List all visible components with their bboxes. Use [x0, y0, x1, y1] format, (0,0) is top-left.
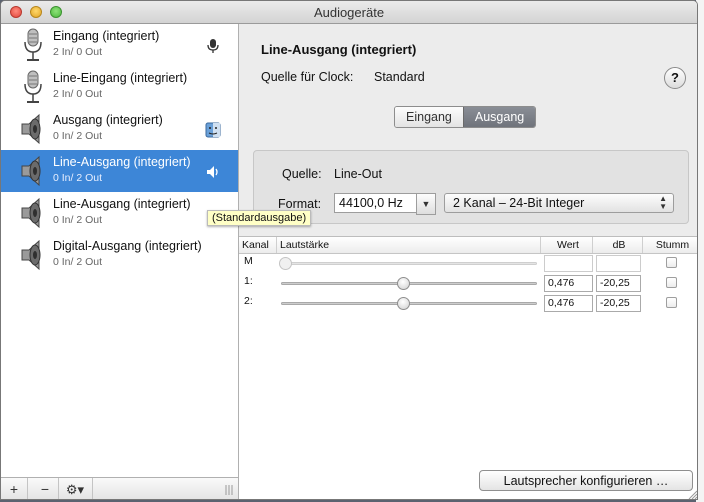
- sample-rate-value: 44100,0 Hz: [339, 196, 403, 210]
- clock-source-label: Quelle für Clock:: [261, 70, 354, 84]
- value-field[interactable]: 0,476: [544, 275, 593, 292]
- device-name: Ausgang (integriert): [53, 113, 163, 127]
- table-row: M: [239, 253, 697, 273]
- source-value: Line-Out: [334, 167, 382, 181]
- db-field[interactable]: -20,25: [596, 275, 641, 292]
- format-group: Quelle: Line-Out Format: 44100,0 Hz ▼ 2 …: [253, 150, 689, 224]
- help-button[interactable]: ?: [664, 67, 686, 89]
- sample-rate-combo[interactable]: 44100,0 Hz ▼: [334, 193, 436, 215]
- gear-menu-button[interactable]: ⚙▾: [58, 478, 93, 499]
- channel-label: 2:: [244, 295, 253, 307]
- table-row: 2: 0,476 -20,25: [239, 293, 697, 313]
- db-field[interactable]: -20,25: [596, 295, 641, 312]
- device-title: Line-Ausgang (integriert): [261, 42, 417, 57]
- device-list: Eingang (integriert) 2 In/ 0 Out Line-Ei…: [1, 24, 312, 477]
- device-item-line-eingang[interactable]: Line-Eingang (integriert) 2 In/ 0 Out: [1, 66, 238, 108]
- mute-checkbox[interactable]: [666, 297, 677, 308]
- device-io: 0 In/ 2 Out: [53, 256, 103, 268]
- table-row: 1: 0,476 -20,25: [239, 273, 697, 293]
- column-header-kanal[interactable]: Kanal: [239, 237, 277, 253]
- device-item-digital-ausgang[interactable]: Digital-Ausgang (integriert) 0 In/ 2 Out: [1, 234, 238, 276]
- device-item-line-ausgang-2[interactable]: Line-Ausgang (integriert) 0 In/ 2 Out: [1, 192, 238, 234]
- volume-slider-knob[interactable]: [279, 257, 292, 270]
- column-header-wert[interactable]: Wert: [541, 237, 593, 253]
- tab-ausgang[interactable]: Ausgang: [462, 107, 536, 127]
- volume-slider-knob[interactable]: [397, 277, 410, 290]
- device-item-eingang[interactable]: Eingang (integriert) 2 In/ 0 Out: [1, 24, 238, 66]
- speaker-icon: [21, 197, 41, 229]
- column-header-db[interactable]: dB: [593, 237, 643, 253]
- default-output-speaker-icon: [207, 166, 218, 178]
- title-bar: Audiogeräte: [1, 1, 697, 24]
- device-name: Line-Ausgang (integriert): [53, 197, 191, 211]
- updown-arrows-icon: ▲ ▼: [659, 194, 667, 211]
- format-label: Format:: [278, 197, 322, 211]
- source-label: Quelle:: [282, 167, 322, 181]
- volume-table: Kanal Lautstärke Wert dB Stumm M 1: 0,47…: [239, 236, 697, 499]
- speaker-icon: [21, 239, 41, 271]
- value-field[interactable]: 0,476: [544, 295, 593, 312]
- volume-slider-track[interactable]: [281, 262, 537, 265]
- input-output-tabs: Eingang Ausgang: [394, 106, 537, 128]
- add-device-button[interactable]: +: [1, 478, 28, 499]
- default-input-microphone-icon: [207, 39, 219, 53]
- dropdown-arrow-icon[interactable]: ▼: [416, 193, 436, 215]
- device-name: Digital-Ausgang (integriert): [53, 239, 202, 253]
- channel-label: 1:: [244, 275, 253, 287]
- device-io: 2 In/ 0 Out: [53, 88, 103, 100]
- clock-source-value[interactable]: Standard: [374, 70, 425, 84]
- tooltip-default-output: (Standardausgabe): [207, 210, 312, 226]
- device-detail-panel: Line-Ausgang (integriert) Quelle für Clo…: [239, 24, 697, 499]
- device-item-ausgang[interactable]: Ausgang (integriert) 0 In/ 2 Out: [1, 108, 238, 150]
- tab-eingang[interactable]: Eingang: [395, 107, 463, 127]
- channel-format-popup[interactable]: 2 Kanal – 24-Bit Integer ▲ ▼: [444, 193, 674, 213]
- audio-devices-window: Audiogeräte Eingang (integriert) 2 In/ 0…: [0, 0, 698, 500]
- remove-device-button[interactable]: −: [32, 478, 59, 499]
- microphone-icon: [24, 70, 42, 103]
- speaker-icon: [21, 155, 41, 187]
- splitter-grip-icon[interactable]: [225, 485, 233, 495]
- device-name: Line-Ausgang (integriert): [53, 155, 191, 169]
- microphone-icon: [24, 28, 42, 61]
- configure-speakers-button[interactable]: Lautsprecher konfigurieren …: [479, 470, 693, 491]
- device-io: 2 In/ 0 Out: [53, 46, 103, 58]
- device-name: Line-Eingang (integriert): [53, 71, 188, 85]
- volume-slider-knob[interactable]: [397, 297, 410, 310]
- column-header-stumm[interactable]: Stumm: [643, 237, 697, 253]
- value-field: [544, 255, 593, 272]
- device-io: 0 In/ 2 Out: [53, 214, 103, 226]
- db-field: [596, 255, 641, 272]
- channel-format-value: 2 Kanal – 24-Bit Integer: [453, 196, 585, 210]
- mute-checkbox[interactable]: [666, 277, 677, 288]
- device-io: 0 In/ 2 Out: [53, 130, 103, 142]
- device-io: 0 In/ 2 Out: [53, 172, 103, 184]
- window-title: Audiogeräte: [313, 5, 385, 20]
- table-header: Kanal Lautstärke Wert dB Stumm: [239, 237, 697, 254]
- column-header-lautstaerke[interactable]: Lautstärke: [277, 237, 541, 253]
- speaker-icon: [21, 113, 41, 145]
- device-item-line-ausgang-selected[interactable]: Line-Ausgang (integriert) 0 In/ 2 Out: [1, 150, 238, 192]
- resize-grip-icon[interactable]: [687, 489, 697, 499]
- device-name: Eingang (integriert): [53, 29, 160, 43]
- sidebar-toolbar: + − ⚙▾: [1, 477, 239, 499]
- mute-checkbox[interactable]: [666, 257, 677, 268]
- finder-icon: [205, 122, 221, 138]
- channel-label: M: [244, 255, 253, 267]
